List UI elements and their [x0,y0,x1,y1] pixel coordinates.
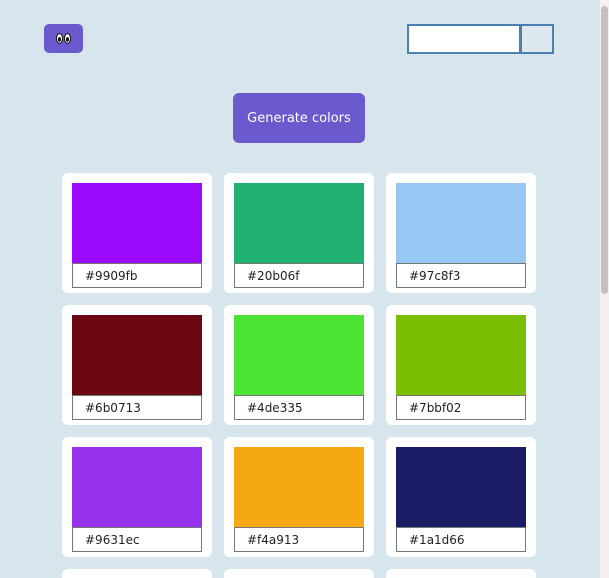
color-swatch[interactable] [72,315,202,395]
generate-colors-button[interactable]: Generate colors [233,93,365,143]
hex-field[interactable] [396,395,526,420]
hex-field[interactable] [234,263,364,288]
color-card [386,569,536,578]
hex-field[interactable] [72,395,202,420]
next-row-cards [62,569,536,578]
color-card [224,569,374,578]
hex-field[interactable] [72,527,202,552]
color-card [62,305,212,425]
eyes-icon[interactable] [44,24,83,53]
color-swatch[interactable] [234,315,364,395]
color-card [386,173,536,293]
palette-grid [62,173,536,557]
color-card [386,305,536,425]
color-swatch[interactable] [72,183,202,263]
search-input[interactable] [407,24,521,54]
color-card [62,569,212,578]
hex-field[interactable] [396,527,526,552]
color-swatch[interactable] [396,315,526,395]
color-card [386,437,536,557]
color-swatch[interactable] [72,447,202,527]
color-swatch[interactable] [234,447,364,527]
color-swatch[interactable] [396,447,526,527]
color-card [62,437,212,557]
vertical-scrollbar[interactable] [600,0,609,578]
right-eye-icon [64,33,71,44]
search-bar [407,24,554,54]
scrollbar-thumb[interactable] [601,6,608,294]
hex-field[interactable] [72,263,202,288]
left-eye-icon [56,33,63,44]
hex-field[interactable] [396,263,526,288]
page: Generate colors [0,0,609,578]
color-card [224,305,374,425]
search-button[interactable] [521,24,554,54]
color-swatch[interactable] [234,183,364,263]
color-swatch[interactable] [396,183,526,263]
color-card [224,173,374,293]
hex-field[interactable] [234,527,364,552]
color-card [62,173,212,293]
hex-field[interactable] [234,395,364,420]
color-card [224,437,374,557]
